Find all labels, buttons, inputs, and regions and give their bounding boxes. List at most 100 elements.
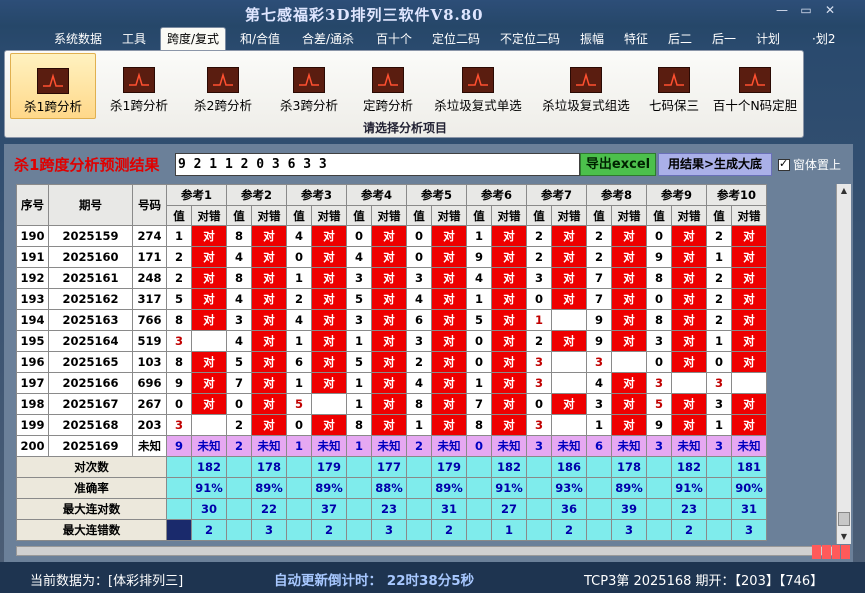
cell-value: 8: [346, 414, 372, 436]
table-row[interactable]: 200 2025169 未知 9 未知 2 未知 1 未知 1 未知 2 未知 0 未知 3 未知 6 未知 3 未知 3…: [16, 435, 767, 457]
menu-last-one[interactable]: 后一: [712, 30, 736, 47]
table-row[interactable]: 193 2025162 317 5 对 4 对 2 对 5 对 4 对 1 对 0 对 7 对 0 对 2 对: [16, 288, 767, 310]
cell-value: 1: [286, 330, 312, 352]
table-row[interactable]: 194 2025163 766 8 对 3 对 4 对 3 对 6 对 5 对 1 9 对 8 对 2 对: [16, 309, 767, 331]
menu-feature[interactable]: 特征: [624, 30, 648, 47]
cell-value: 9: [646, 246, 672, 268]
cell-result-wrong: 对: [611, 393, 647, 415]
scroll-down-icon[interactable]: ▼: [837, 530, 851, 544]
stats-label: 准确率: [16, 477, 167, 499]
table-row[interactable]: 190 2025159 274 1 对 8 对 4 对 0 对 0 对 1 对 2 对 2 对 0 对 2 对: [16, 225, 767, 247]
menu-plan2[interactable]: ·划2: [812, 30, 835, 47]
menu-plan[interactable]: 计划: [756, 30, 780, 47]
cell-result-wrong: 对: [671, 351, 707, 373]
cell-value: 0: [526, 288, 552, 310]
cell-value: 0: [286, 414, 312, 436]
stats-spacer: [286, 477, 312, 499]
chart-icon: [570, 67, 602, 93]
ribbon-junk-multi-single[interactable]: 杀垃圾复式单选: [427, 53, 529, 119]
ontop-checkbox[interactable]: 窗体置上: [778, 156, 841, 173]
update-countdown: 自动更新倒计时： 22时38分5秒: [274, 573, 475, 589]
cell-period: 2025164: [48, 330, 133, 352]
menu-diff-kill[interactable]: 合差/通杀: [302, 30, 354, 47]
cell-period: 2025162: [48, 288, 133, 310]
table-row[interactable]: 191 2025160 171 2 对 4 对 0 对 4 对 0 对 9 对 2 对 2 对 9 对 1 对: [16, 246, 767, 268]
header-result: 对错: [491, 205, 527, 226]
vertical-scrollbar[interactable]: ▲ ▼: [836, 184, 851, 544]
table-row[interactable]: 199 2025168 203 3 2 对 0 对 8 对 1 对 8 对 3 1 对 9 对 1 对: [16, 414, 767, 436]
generate-base-button[interactable]: 用结果>生成大底: [658, 153, 772, 176]
cell-result-unknown: 未知: [731, 435, 767, 457]
header-number: 号码: [132, 184, 167, 226]
cell-result-unknown: 未知: [371, 435, 407, 457]
ribbon-kill1-span-b[interactable]: 杀1跨分析: [101, 53, 177, 119]
menu-span-multiple[interactable]: 跨度/复式: [160, 27, 227, 51]
cell-value: 2: [526, 246, 552, 268]
header-value: 值: [706, 205, 732, 226]
cell-value: 2: [706, 267, 732, 289]
menu-last-two[interactable]: 后二: [668, 30, 692, 47]
scroll-thumb[interactable]: [838, 512, 850, 526]
menu-sum[interactable]: 和/合值: [240, 30, 280, 47]
cell-result-wrong: 对: [551, 330, 587, 352]
ribbon-n-code-fixed[interactable]: 百十个N码定胆: [709, 53, 801, 119]
stats-spacer: [226, 477, 252, 499]
cell-value: 4: [286, 225, 312, 247]
ribbon-kill2-span[interactable]: 杀2跨分析: [185, 53, 261, 119]
export-excel-button[interactable]: 导出excel: [580, 153, 656, 176]
ribbon-kill1-span-a[interactable]: 杀1跨分析: [10, 53, 96, 119]
cell-result-wrong: 对: [191, 246, 227, 268]
table-row[interactable]: 197 2025166 696 9 对 7 对 1 对 1 对 4 对 1 对 3 4 对 3 3: [16, 372, 767, 394]
ribbon-seven-keep-three[interactable]: 七码保三: [641, 53, 707, 119]
cell-result-wrong: 对: [191, 351, 227, 373]
scroll-up-icon[interactable]: ▲: [837, 184, 851, 198]
menu-system-data[interactable]: 系统数据: [54, 30, 102, 47]
stats-spacer: [406, 456, 432, 478]
result-field[interactable]: 9 2 1 1 2 0 3 6 3 3: [175, 153, 580, 176]
table-row[interactable]: 192 2025161 248 2 对 8 对 1 对 3 对 3 对 4 对 3 对 7 对 8 对 2 对: [16, 267, 767, 289]
menu-unfixed-two[interactable]: 不定位二码: [500, 30, 560, 47]
header-result: 对错: [191, 205, 227, 226]
cell-value: 2: [226, 414, 252, 436]
stats-spacer: [286, 519, 312, 541]
stats-value: 89%: [611, 477, 647, 499]
cell-result-wrong: 对: [491, 267, 527, 289]
menu-amplitude[interactable]: 振幅: [580, 30, 604, 47]
menu-tools[interactable]: 工具: [122, 30, 146, 47]
cell-value: 8: [646, 267, 672, 289]
menu-position-digits[interactable]: 百十个: [376, 30, 412, 47]
cell-result-hit: [671, 372, 707, 394]
cell-value: 4: [226, 246, 252, 268]
ribbon-fixed-span[interactable]: 定跨分析: [355, 53, 421, 119]
cell-result-wrong: 对: [431, 393, 467, 415]
stats-value: 179: [431, 456, 467, 478]
stats-spacer: [346, 456, 372, 478]
stats-spacer: [586, 477, 612, 499]
menu-fixed-two[interactable]: 定位二码: [432, 30, 480, 47]
stats-spacer: [286, 498, 312, 520]
cell-value: 9: [646, 414, 672, 436]
ribbon-caption: 请选择分析项目: [362, 121, 447, 135]
cell-result-wrong: 对: [611, 246, 647, 268]
stats-value: 30: [191, 498, 227, 520]
close-button[interactable]: ✕: [818, 2, 842, 20]
cell-result-unknown: 未知: [431, 435, 467, 457]
ribbon-junk-multi-group[interactable]: 杀垃圾复式组选: [535, 53, 637, 119]
maximize-button[interactable]: ▭: [794, 2, 818, 20]
cell-result-wrong: 对: [371, 267, 407, 289]
cell-seq: 194: [16, 309, 49, 331]
header-ref: 参考7: [526, 184, 587, 206]
stats-spacer: [586, 456, 612, 478]
minimize-button[interactable]: —: [770, 2, 794, 20]
cell-number: 519: [132, 330, 167, 352]
table-row[interactable]: 196 2025165 103 8 对 5 对 6 对 5 对 2 对 0 对 3 3 0 对 0 对: [16, 351, 767, 373]
horizontal-scrollbar[interactable]: [16, 546, 834, 556]
stats-spacer: [286, 456, 312, 478]
table-row[interactable]: 195 2025164 519 3 4 对 1 对 1 对 3 对 0 对 2 对 9 对 3 对 1 对: [16, 330, 767, 352]
header-result: 对错: [671, 205, 707, 226]
header-ref: 参考1: [166, 184, 227, 206]
cell-value: 1: [346, 372, 372, 394]
table-row[interactable]: 198 2025167 267 0 对 0 对 5 1 对 8 对 7 对 0 对 3 对 5 对 3 对: [16, 393, 767, 415]
ribbon-kill3-span[interactable]: 杀3跨分析: [271, 53, 347, 119]
checkbox-icon[interactable]: [778, 157, 790, 171]
